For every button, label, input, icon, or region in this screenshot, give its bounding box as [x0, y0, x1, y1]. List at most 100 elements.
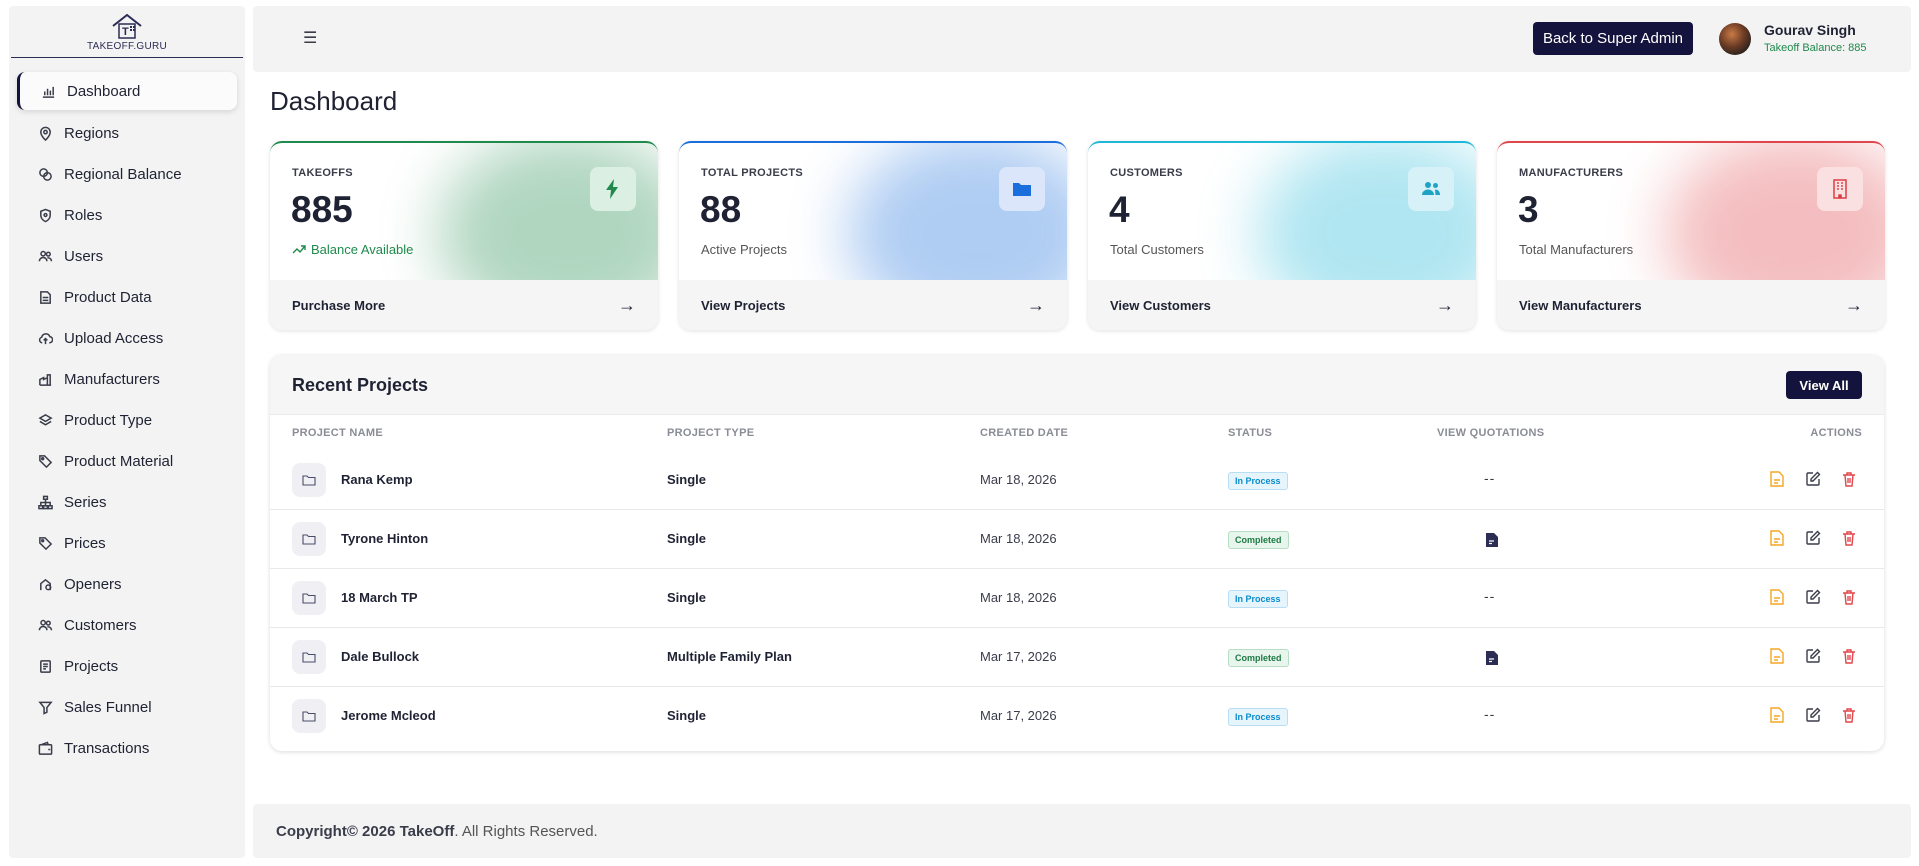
delete-icon[interactable] — [1840, 470, 1858, 488]
edit-icon[interactable] — [1804, 588, 1822, 606]
delete-icon[interactable] — [1840, 588, 1858, 606]
card-sub-text: Balance Available — [311, 242, 414, 257]
building-icon — [1817, 167, 1863, 211]
card-link-total-projects[interactable]: View Projects → — [679, 280, 1067, 330]
funnel-icon — [37, 700, 53, 716]
quotation-empty: -- — [1484, 588, 1496, 604]
view-all-button[interactable]: View All — [1786, 371, 1862, 399]
sidebar-item-regional-balance[interactable]: Regional Balance — [9, 154, 245, 195]
sidebar-item-dashboard[interactable]: Dashboard — [17, 72, 237, 110]
arrow-right-icon: → — [1436, 294, 1454, 315]
project-name[interactable]: Dale Bullock — [341, 649, 419, 664]
folder-icon — [292, 522, 326, 556]
sidebar-item-label: Product Type — [64, 412, 153, 429]
card-sub-text: Total Customers — [1110, 242, 1204, 257]
column-header-project-name: PROJECT NAME — [292, 427, 383, 439]
project-name[interactable]: Tyrone Hinton — [341, 531, 428, 546]
card-link-manufacturers[interactable]: View Manufacturers → — [1497, 280, 1885, 330]
sidebar-item-label: Openers — [64, 576, 122, 593]
table-row: Rana Kemp Single Mar 18, 2026 In Process -- — [270, 451, 1884, 510]
avatar[interactable] — [1719, 23, 1751, 55]
sidebar-item-label: Product Material — [64, 453, 174, 470]
row-actions — [1768, 588, 1858, 606]
quotation-file-icon[interactable] — [1768, 647, 1786, 665]
card-link-customers[interactable]: View Customers → — [1088, 280, 1476, 330]
quotation-file-icon[interactable] — [1768, 529, 1786, 547]
sidebar-item-product-data[interactable]: Product Data — [9, 277, 245, 318]
shield-icon — [37, 208, 53, 224]
sidebar-item-regions[interactable]: Regions — [9, 113, 245, 154]
brand-logo[interactable]: T TAKEOFF.GURU — [11, 6, 243, 58]
card-link-label: View Manufacturers — [1519, 297, 1642, 313]
card-link-takeoffs[interactable]: Purchase More → — [270, 280, 658, 330]
sidebar-item-sales-funnel[interactable]: Sales Funnel — [9, 687, 245, 728]
created-date: Mar 18, 2026 — [980, 472, 1057, 487]
edit-icon[interactable] — [1804, 529, 1822, 547]
sidebar-item-customers[interactable]: Customers — [9, 605, 245, 646]
created-date: Mar 18, 2026 — [980, 590, 1057, 605]
sidebar-item-manufacturers[interactable]: Manufacturers — [9, 359, 245, 400]
column-header-status: STATUS — [1228, 427, 1273, 439]
project-type: Multiple Family Plan — [667, 649, 792, 664]
bolt-icon — [590, 167, 636, 211]
project-name[interactable]: 18 March TP — [341, 590, 418, 605]
sidebar-item-users[interactable]: Users — [9, 236, 245, 277]
coins-icon — [37, 167, 53, 183]
sidebar-item-label: Regions — [64, 125, 120, 142]
delete-icon[interactable] — [1840, 647, 1858, 665]
delete-icon[interactable] — [1840, 529, 1858, 547]
edit-icon[interactable] — [1804, 706, 1822, 724]
opener-icon — [37, 577, 53, 593]
sidebar-item-label: Transactions — [64, 740, 150, 757]
card-value: 3 — [1518, 189, 1539, 230]
quotation-empty: -- — [1484, 706, 1496, 722]
card-value: 4 — [1109, 189, 1130, 230]
sidebar-item-series[interactable]: Series — [9, 482, 245, 523]
column-header-actions: ACTIONS — [1810, 427, 1862, 439]
document-icon[interactable] — [1485, 650, 1499, 666]
table-row: 18 March TP Single Mar 18, 2026 In Process -… — [270, 569, 1884, 628]
created-date: Mar 17, 2026 — [980, 649, 1057, 664]
sidebar-item-openers[interactable]: Openers — [9, 564, 245, 605]
quotation-file-icon[interactable] — [1768, 588, 1786, 606]
sidebar-item-product-material[interactable]: Product Material — [9, 441, 245, 482]
card-value: 885 — [291, 189, 353, 230]
sidebar-item-label: Series — [64, 494, 107, 511]
project-name[interactable]: Rana Kemp — [341, 472, 413, 487]
copyright-text: Copyright© 2026 TakeOff — [276, 822, 455, 840]
card-sub-text: Total Manufacturers — [1519, 242, 1634, 257]
column-header-created-date: CREATED DATE — [980, 427, 1069, 439]
folder-icon — [292, 463, 326, 497]
users-icon — [1408, 167, 1454, 211]
svg-text:T: T — [122, 26, 129, 38]
quotation-file-icon[interactable] — [1768, 706, 1786, 724]
sidebar-item-roles[interactable]: Roles — [9, 195, 245, 236]
user-name: Gourav Singh — [1764, 22, 1856, 38]
sidebar-item-prices[interactable]: Prices — [9, 523, 245, 564]
delete-icon[interactable] — [1840, 706, 1858, 724]
folder-icon — [292, 699, 326, 733]
column-header-project-type: PROJECT TYPE — [667, 427, 755, 439]
sidebar-item-projects[interactable]: Projects — [9, 646, 245, 687]
card-subtitle: Balance Available — [292, 242, 413, 257]
page-title: Dashboard — [270, 86, 398, 116]
document-icon[interactable] — [1485, 532, 1499, 548]
row-actions — [1768, 529, 1858, 547]
sidebar-item-product-type[interactable]: Product Type — [9, 400, 245, 441]
quotation-file-icon[interactable] — [1768, 470, 1786, 488]
edit-icon[interactable] — [1804, 647, 1822, 665]
edit-icon[interactable] — [1804, 470, 1822, 488]
back-to-super-admin-button[interactable]: Back to Super Admin — [1533, 22, 1693, 55]
row-actions — [1768, 647, 1858, 665]
arrow-right-icon: → — [1845, 294, 1863, 315]
tag-icon — [37, 536, 53, 552]
card-label: CUSTOMERS — [1110, 167, 1183, 179]
sidebar-item-upload-access[interactable]: Upload Access — [9, 318, 245, 359]
arrow-right-icon: → — [618, 294, 636, 315]
sidebar-item-transactions[interactable]: Transactions — [9, 728, 245, 769]
stat-card-manufacturers: MANUFACTURERS 3 Total Manufacturers View Ma… — [1497, 141, 1885, 330]
sidebar-item-label: Prices — [64, 535, 106, 552]
project-name[interactable]: Jerome Mcleod — [341, 708, 436, 723]
sitemap-icon — [37, 495, 53, 511]
menu-toggle-icon[interactable]: ☰ — [303, 28, 317, 48]
